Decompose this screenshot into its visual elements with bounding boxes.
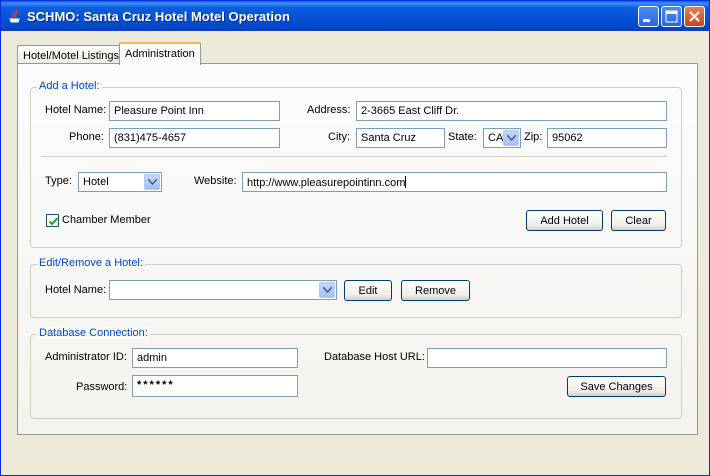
chamber-member-label: Chamber Member (62, 214, 151, 226)
separator (41, 156, 667, 157)
main-window: SCHMO: Santa Cruz Hotel Motel Operation … (0, 0, 710, 476)
state-value: CA (488, 132, 504, 144)
maximize-icon (665, 10, 678, 23)
type-select[interactable]: Hotel (78, 172, 162, 192)
window-title: SCHMO: Santa Cruz Hotel Motel Operation (27, 9, 290, 24)
admin-id-input[interactable]: admin (132, 348, 298, 368)
city-label: City: (328, 131, 350, 143)
close-button[interactable] (684, 6, 705, 27)
database-legend: Database Connection: (37, 327, 150, 339)
password-input[interactable]: ****** (132, 375, 298, 397)
minimize-button[interactable] (638, 6, 659, 27)
checkmark-icon (48, 217, 59, 226)
db-host-url-input[interactable] (427, 348, 667, 368)
add-hotel-group: Add a Hotel: Hotel Name: Pleasure Point … (30, 80, 682, 248)
chevron-down-icon (507, 135, 516, 141)
chevron-down-icon (323, 287, 332, 293)
phone-input[interactable]: (831)475-4657 (109, 128, 280, 148)
administration-panel: Add a Hotel: Hotel Name: Pleasure Point … (17, 63, 698, 435)
phone-label: Phone: (69, 131, 104, 143)
zip-input[interactable]: 95062 (547, 128, 667, 148)
address-label: Address: (307, 104, 351, 116)
edit-hotel-group: Edit/Remove a Hotel: Hotel Name: Edit Re… (30, 257, 682, 318)
admin-id-label: Administrator ID: (45, 351, 127, 363)
add-hotel-legend: Add a Hotel: (37, 80, 102, 92)
edit-hotel-name-select[interactable] (109, 280, 337, 300)
password-label: Password: (76, 381, 128, 393)
minimize-icon (643, 19, 650, 22)
zip-label: Zip: (524, 131, 543, 143)
website-label: Website: (194, 175, 237, 187)
edit-hotel-legend: Edit/Remove a Hotel: (37, 257, 145, 269)
hotel-name-label: Hotel Name: (45, 104, 107, 116)
tab-listings[interactable]: Hotel/Motel Listings (17, 45, 121, 65)
state-label: State: (448, 131, 477, 143)
type-label: Type: (45, 175, 72, 187)
website-value: http://www.pleasurepointinn.com (247, 177, 406, 189)
edit-hotel-dropdown-button[interactable] (319, 282, 335, 298)
type-dropdown-button[interactable] (144, 174, 160, 190)
state-dropdown-button[interactable] (503, 130, 519, 146)
remove-button[interactable]: Remove (401, 280, 470, 301)
address-input[interactable]: 2-3665 East Cliff Dr. (356, 101, 667, 121)
close-icon (689, 11, 700, 22)
edit-hotel-name-label: Hotel Name: (45, 284, 107, 296)
add-hotel-button[interactable]: Add Hotel (526, 210, 603, 231)
database-connection-group: Database Connection: Administrator ID: a… (30, 327, 682, 419)
java-cup-icon (9, 9, 20, 23)
db-host-url-label: Database Host URL: (324, 351, 425, 363)
state-select[interactable]: CA (483, 128, 521, 148)
maximize-button[interactable] (661, 6, 682, 27)
tab-label: Administration (125, 48, 195, 60)
website-input[interactable]: http://www.pleasurepointinn.com (242, 172, 667, 192)
edit-button[interactable]: Edit (344, 280, 392, 301)
tab-administration[interactable]: Administration (119, 42, 201, 65)
chamber-member-checkbox[interactable] (46, 214, 59, 227)
save-changes-button[interactable]: Save Changes (567, 376, 666, 397)
hotel-name-input[interactable]: Pleasure Point Inn (109, 101, 280, 121)
title-bar[interactable]: SCHMO: Santa Cruz Hotel Motel Operation (1, 1, 709, 31)
chevron-down-icon (148, 179, 157, 185)
clear-button[interactable]: Clear (611, 210, 666, 231)
city-input[interactable]: Santa Cruz (356, 128, 445, 148)
tab-label: Hotel/Motel Listings (23, 50, 119, 62)
text-caret (405, 176, 407, 188)
type-value: Hotel (83, 176, 109, 188)
